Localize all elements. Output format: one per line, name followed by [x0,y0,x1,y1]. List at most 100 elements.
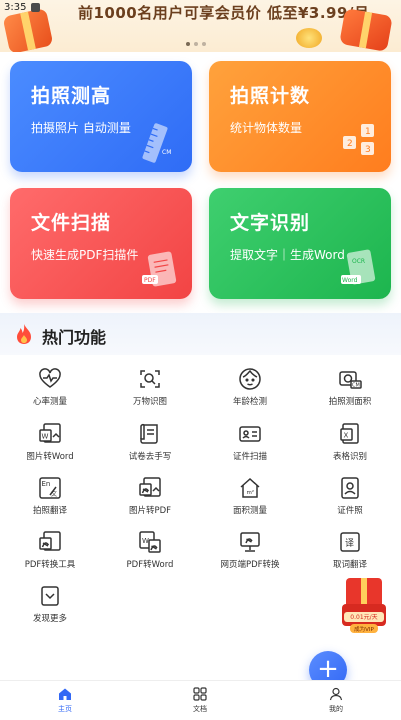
ocr-document-icon: OCR Word [341,249,376,285]
feature-label: 万物识图 [132,397,167,407]
svg-text:CM: CM [162,149,171,156]
notification-icon [31,3,40,12]
feature-pdf-to-word[interactable]: W PDF转Word [100,530,200,580]
svg-text:译: 译 [345,538,354,549]
tab-profile[interactable]: 我的 [306,687,366,719]
svg-text:3: 3 [365,145,371,155]
feature-id-photo[interactable]: 证件照 [300,476,400,526]
chevron-down-icon [41,586,59,606]
feature-label: 图片转PDF [128,506,172,516]
feature-label: 证件照 [337,506,363,516]
carousel-indicator [186,42,206,46]
svg-text:文: 文 [51,490,57,498]
vip-gift-float[interactable]: 0.01元/天 成为VIP [340,574,388,636]
table-icon: X [340,423,359,444]
feature-label: 年龄检测 [232,397,267,407]
svg-text:m²: m² [247,489,255,496]
bottom-tab-bar: 主页 文档 我的 [0,680,401,720]
feature-photo-translate[interactable]: En 文 拍照翻译 [0,476,100,526]
number-blocks-icon: 1 2 3 [343,124,374,155]
home-icon [59,688,71,700]
svg-text:1: 1 [365,127,371,137]
text-recognition-card[interactable]: 文字识别 提取文字｜生成Word OCR Word [209,188,391,299]
card-subtitle: 提取文字｜生成Word [230,248,345,262]
fire-icon [17,324,31,344]
image-to-pdf-icon [139,477,161,497]
svg-text:成为VIP: 成为VIP [354,625,374,633]
section-title: 热门功能 [42,328,107,347]
tab-home[interactable]: 主页 [35,687,95,719]
feature-label: 拍照翻译 [32,506,67,516]
status-time: 3:35 [4,2,27,13]
feature-id-scan[interactable]: 证件扫描 [200,422,300,472]
feature-label: 网页端PDF转换 [220,560,280,570]
feature-label: PDF转Word [126,560,174,570]
feature-label: 图片转Word [26,452,74,462]
feature-heart-rate[interactable]: 心率测量 [0,367,100,417]
heart-pulse-icon [39,368,61,388]
hot-features-header: 热门功能 [0,313,401,355]
feature-web-pdf-convert[interactable]: 网页端PDF转换 [200,530,300,580]
feature-label: 心率测量 [32,397,67,407]
svg-text:2: 2 [347,139,353,149]
svg-text:W: W [42,433,49,441]
feature-image-to-word[interactable]: W 图片转Word [0,422,100,472]
feature-label: PDF转换工具 [24,560,76,570]
file-scan-card[interactable]: 文件扫描 快速生成PDF扫描件 PDF [10,188,192,299]
card-subtitle: 拍摄照片 自动测量 [31,121,131,135]
feature-label: 面积测量 [232,506,267,516]
svg-text:Word: Word [342,277,358,284]
feature-label: 取词翻译 [332,560,367,570]
coin-image [296,28,322,48]
photo-count-card[interactable]: 拍照计数 统计物体数量 1 2 3 [209,61,391,172]
face-icon [239,368,261,390]
feature-label: 表格识别 [332,452,367,462]
feature-word-translate[interactable]: 译 取词翻译 [300,530,400,580]
paper-erase-icon [140,423,158,444]
feature-table-recognition[interactable]: X 表格识别 [300,422,400,472]
house-area-icon: m² [240,477,260,498]
tab-label: 文档 [193,705,207,713]
pdf-document-icon: PDF [142,251,177,287]
feature-area-measure[interactable]: m² 面积测量 [200,476,300,526]
scan-image-icon [140,370,160,388]
feature-image-recognition[interactable]: 万物识图 [100,367,200,417]
pdf-to-word-icon: W [139,531,161,553]
id-photo-icon [341,477,359,499]
status-bar: 3:35 [0,0,401,16]
svg-text:0.01元/天: 0.01元/天 [350,614,377,621]
camera-area-icon: CM [339,371,362,389]
id-card-icon [239,426,261,442]
word-translate-icon: 译 [340,532,360,552]
svg-text:CM: CM [352,383,360,389]
tab-label: 主页 [58,705,72,713]
feature-label: 试卷去手写 [128,452,172,462]
svg-text:PDF: PDF [144,277,156,284]
feature-photo-area[interactable]: CM 拍照测面积 [300,367,400,417]
feature-label: 证件扫描 [232,452,267,462]
tab-documents[interactable]: 文档 [170,687,230,719]
feature-pdf-tools[interactable]: PDF转换工具 [0,530,100,580]
card-title: 文件扫描 [31,212,112,234]
translate-icon: En文 [39,477,61,499]
card-subtitle: 统计物体数量 [230,121,303,135]
image-to-word-icon: W [39,423,61,443]
feature-age-detection[interactable]: 年龄检测 [200,367,300,417]
feature-label: 拍照测面积 [328,397,372,407]
svg-text:En: En [42,480,51,488]
feature-discover-more[interactable]: 发现更多 [0,584,100,634]
photo-measure-height-card[interactable]: 拍照测高 拍摄照片 自动测量 CM [10,61,192,172]
card-title: 文字识别 [230,212,311,234]
feature-image-to-pdf[interactable]: 图片转PDF [100,476,200,526]
feature-label: 发现更多 [32,614,67,624]
grid-icon [193,687,207,701]
web-pdf-icon [240,532,260,552]
svg-text:X: X [344,432,349,440]
card-title: 拍照计数 [230,85,311,107]
svg-text:W: W [142,537,149,545]
user-icon [329,687,343,701]
card-subtitle: 快速生成PDF扫描件 [31,248,139,262]
card-title: 拍照测高 [31,85,112,107]
svg-text:OCR: OCR [352,258,365,265]
feature-paper-erase[interactable]: 试卷去手写 [100,422,200,472]
